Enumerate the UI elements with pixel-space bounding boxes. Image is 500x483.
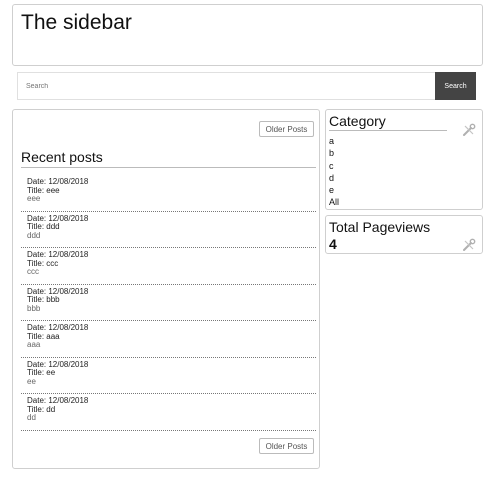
search-button[interactable]: Search — [435, 72, 476, 100]
post-date: Date: 12/08/2018 — [27, 286, 89, 296]
main-content: Older Posts Recent posts Date: 12/08/201… — [12, 109, 320, 469]
post-body: ee — [27, 376, 36, 386]
post-date: Date: 12/08/2018 — [27, 250, 89, 259]
post-title: Title: eee — [27, 185, 60, 195]
post-item[interactable]: Date: 12/08/2018 Title: eee eee — [21, 175, 316, 212]
post-date: Date: 12/08/2018 — [27, 359, 89, 369]
pageviews-count: 4 — [329, 236, 337, 252]
post-item[interactable]: Date: 12/08/2018 Title: aaa aaa — [21, 321, 316, 358]
category-item[interactable]: a — [329, 135, 339, 147]
category-item[interactable]: c — [329, 160, 339, 172]
pageviews-widget: Total Pageviews 4 — [325, 215, 483, 254]
post-item[interactable]: Date: 12/08/2018 Title: dd dd — [21, 394, 316, 431]
post-list: Date: 12/08/2018 Title: eee eee Date: 12… — [21, 175, 316, 431]
older-posts-button-top[interactable]: Older Posts — [259, 121, 314, 137]
post-item[interactable]: Date: 12/08/2018 Title: ccc ccc — [21, 248, 316, 285]
post-date: Date: 12/08/2018 — [27, 396, 89, 405]
post-title: Title: dd — [27, 404, 56, 414]
post-title: Title: ee — [27, 368, 56, 377]
post-item[interactable]: Date: 12/08/2018 Title: ddd ddd — [21, 212, 316, 248]
older-posts-button-bottom[interactable]: Older Posts — [259, 438, 314, 454]
blog-title: The sidebar — [21, 11, 132, 34]
blog-header: The sidebar — [12, 4, 483, 66]
post-date: Date: 12/08/2018 — [27, 213, 89, 223]
category-list: a b c d e All — [329, 135, 339, 209]
pageviews-heading: Total Pageviews — [329, 219, 431, 235]
category-item[interactable]: e — [329, 184, 339, 196]
post-item[interactable]: Date: 12/08/2018 Title: ee ee — [21, 358, 316, 394]
post-title: Title: aaa — [27, 331, 60, 341]
wrench-screwdriver-icon[interactable] — [462, 238, 476, 252]
recent-posts-heading: Recent posts — [21, 149, 316, 168]
wrench-screwdriver-icon[interactable] — [462, 123, 476, 137]
post-item[interactable]: Date: 12/08/2018 Title: bbb bbb — [21, 285, 316, 321]
post-date: Date: 12/08/2018 — [27, 177, 89, 186]
category-widget: Category a b c d e All — [325, 109, 483, 210]
category-item[interactable]: d — [329, 172, 339, 184]
post-title: Title: ddd — [27, 222, 60, 231]
post-title: Title: bbb — [27, 295, 60, 304]
category-item[interactable]: b — [329, 147, 339, 159]
post-body: ccc — [27, 267, 39, 276]
post-body: ddd — [27, 230, 41, 240]
search-input[interactable] — [17, 72, 435, 100]
category-item[interactable]: All — [329, 196, 339, 208]
post-title: Title: ccc — [27, 258, 59, 268]
post-body: dd — [27, 413, 36, 422]
post-date: Date: 12/08/2018 — [27, 323, 89, 332]
post-body: aaa — [27, 340, 41, 349]
category-heading: Category — [329, 113, 447, 131]
post-body: bbb — [27, 303, 41, 313]
post-body: eee — [27, 194, 41, 203]
